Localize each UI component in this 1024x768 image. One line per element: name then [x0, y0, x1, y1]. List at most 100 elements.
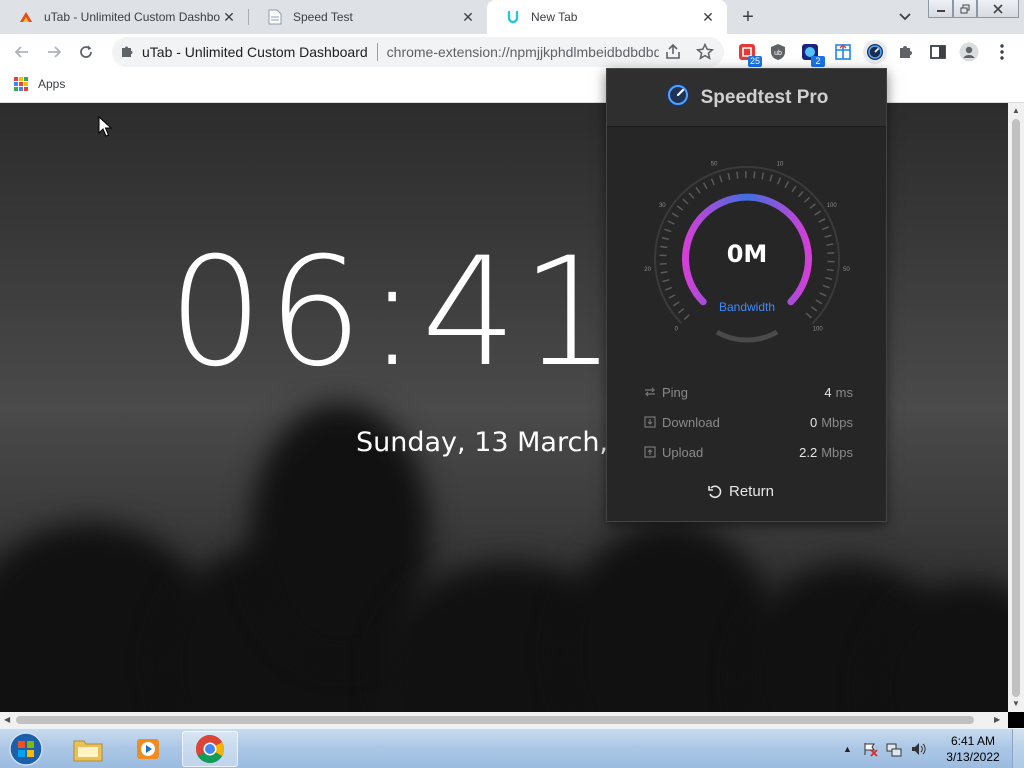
- stat-label: Upload: [662, 444, 704, 460]
- gauge-tick-label: 50: [711, 162, 718, 168]
- show-desktop-button[interactable]: [1012, 729, 1024, 768]
- stat-download: Download 0 Mbps: [643, 407, 853, 437]
- gauge-label: Bandwidth: [719, 300, 775, 314]
- stat-label: Ping: [662, 384, 689, 400]
- stat-value: 2.2: [799, 444, 818, 460]
- horizontal-scroll-thumb[interactable]: [16, 716, 974, 724]
- gauge-value: 0M: [727, 240, 768, 268]
- taskbar-clock[interactable]: 6:41 AM 3/13/2022: [938, 733, 1008, 765]
- speedtest-extension-icon[interactable]: [863, 40, 887, 64]
- gauge-tick-label: 50: [843, 267, 850, 273]
- taskbar-media-player[interactable]: [120, 731, 176, 767]
- gauge-tick-label: 0: [675, 327, 679, 333]
- side-panel-icon[interactable]: [927, 41, 949, 63]
- minimize-button[interactable]: [928, 0, 953, 18]
- chrome-icon: [196, 735, 224, 763]
- extensions-puzzle-icon[interactable]: [895, 41, 917, 63]
- stat-label: Download: [662, 414, 720, 430]
- stats-list: Ping 4 ms Download 0 Mbps Upload 2.2 Mbp…: [643, 377, 853, 467]
- extension-window-icon[interactable]: [832, 41, 854, 63]
- gauge-tick-label: 30: [659, 203, 666, 209]
- apps-label: Apps: [38, 77, 66, 91]
- bandwidth-gauge: 0 20 30 50 10 100 50 100 0M Bandwidth: [644, 162, 850, 343]
- media-player-icon: [137, 739, 159, 759]
- url-text: chrome-extension://npmjjkphdlmbeidbdbdbd…: [386, 44, 659, 60]
- popup-title: Speedtest Pro: [700, 86, 829, 108]
- toolbar: uTab - Unlimited Custom Dashboard chrome…: [0, 34, 1024, 70]
- dashboard-clock: 06:41: [168, 226, 621, 400]
- back-arrow-icon[interactable]: [10, 40, 34, 64]
- close-tab-icon[interactable]: ✕: [459, 8, 477, 26]
- site-name: uTab - Unlimited Custom Dashboard: [142, 44, 368, 60]
- extension-blue-icon[interactable]: 2: [799, 41, 825, 67]
- stat-unit: Mbps: [821, 414, 853, 430]
- screen: uTab - Unlimited Custom Dashboard ✕ Spee…: [0, 0, 1024, 768]
- apps-grid-icon: [14, 77, 28, 91]
- tab-strip: uTab - Unlimited Custom Dashboard ✕ Spee…: [0, 0, 1024, 34]
- show-hidden-icons-icon[interactable]: ▲: [843, 744, 852, 754]
- taskbar-chrome[interactable]: [182, 731, 238, 767]
- bookmark-star-icon[interactable]: [695, 42, 715, 64]
- gauge-tick-label: 100: [813, 327, 824, 333]
- stat-value: 0: [809, 414, 818, 430]
- system-tray: ▲: [843, 729, 926, 768]
- gauge-tick-label: 20: [644, 267, 651, 273]
- close-tab-icon[interactable]: ✕: [220, 8, 238, 26]
- gauge-bottom-arc: [715, 329, 779, 343]
- share-icon[interactable]: [664, 43, 682, 64]
- tab-new-tab[interactable]: New Tab ✕: [487, 0, 727, 34]
- horizontal-scrollbar[interactable]: ◀ ▶: [0, 712, 1008, 728]
- gauge-tick-label: 10: [777, 162, 784, 168]
- taskbar-date: 3/13/2022: [946, 750, 1000, 764]
- apps-shortcut[interactable]: Apps: [14, 77, 65, 91]
- close-window-button[interactable]: [977, 0, 1019, 18]
- tab-utab[interactable]: uTab - Unlimited Custom Dashboard ✕: [0, 0, 248, 34]
- utab-u-icon: [505, 9, 521, 25]
- vertical-scroll-thumb[interactable]: [1012, 119, 1020, 697]
- menu-kebab-icon[interactable]: [991, 41, 1013, 63]
- action-center-flag-icon[interactable]: [862, 741, 878, 757]
- reload-icon[interactable]: [74, 40, 98, 64]
- popup-header: Speedtest Pro: [607, 69, 886, 127]
- svg-text:ub: ub: [774, 50, 782, 57]
- address-bar[interactable]: uTab - Unlimited Custom Dashboard chrome…: [112, 37, 724, 67]
- ping-arrows-icon: [645, 387, 655, 397]
- tab-search-chevron-icon[interactable]: [895, 8, 915, 26]
- omnibox-divider: [376, 43, 378, 61]
- stat-unit: ms: [835, 384, 853, 400]
- scroll-down-arrow-icon[interactable]: ▼: [1012, 699, 1020, 708]
- profile-avatar-icon[interactable]: [958, 41, 980, 63]
- page-favicon-icon: [267, 9, 283, 25]
- upload-icon: [644, 446, 656, 458]
- folder-icon: [73, 740, 103, 762]
- stat-ping: Ping 4 ms: [643, 377, 853, 407]
- return-button[interactable]: Return: [707, 483, 774, 500]
- dashboard-date: Sunday, 13 March, 2: [356, 427, 634, 458]
- forward-arrow-icon[interactable]: [42, 40, 66, 64]
- extension-badge: 2: [811, 56, 825, 67]
- scroll-up-arrow-icon[interactable]: ▲: [1012, 106, 1020, 115]
- stat-unit: Mbps: [821, 444, 853, 460]
- taskbar-explorer[interactable]: [60, 731, 116, 767]
- new-tab-button[interactable]: +: [737, 6, 759, 28]
- restore-button[interactable]: [953, 0, 977, 18]
- stat-upload: Upload 2.2 Mbps: [643, 437, 853, 467]
- scroll-left-arrow-icon[interactable]: ◀: [4, 715, 10, 724]
- return-label: Return: [729, 483, 775, 500]
- extension-red-icon[interactable]: 25: [736, 41, 762, 67]
- extension-badge: 25: [747, 56, 762, 67]
- scroll-right-arrow-icon[interactable]: ▶: [994, 715, 1000, 724]
- start-button[interactable]: [6, 731, 46, 767]
- taskbar: ▲ 6:41 AM 3/13/2022: [0, 728, 1024, 768]
- close-tab-icon[interactable]: ✕: [699, 8, 717, 26]
- taskbar-time: 6:41 AM: [950, 734, 996, 748]
- speedtest-popup: Speedtest Pro 0 20 30 50 10 100 50 100 0M Bandw…: [606, 68, 887, 522]
- return-arrow-icon: [708, 485, 722, 498]
- shield-extension-icon[interactable]: ub: [767, 41, 789, 63]
- tab-speed-test[interactable]: Speed Test ✕: [249, 0, 487, 34]
- vertical-scrollbar[interactable]: ▲ ▼: [1008, 103, 1024, 712]
- network-icon[interactable]: [886, 741, 902, 757]
- utab-favicon-icon: [18, 9, 34, 25]
- volume-icon[interactable]: [910, 741, 926, 757]
- extension-puzzle-icon: [120, 44, 134, 61]
